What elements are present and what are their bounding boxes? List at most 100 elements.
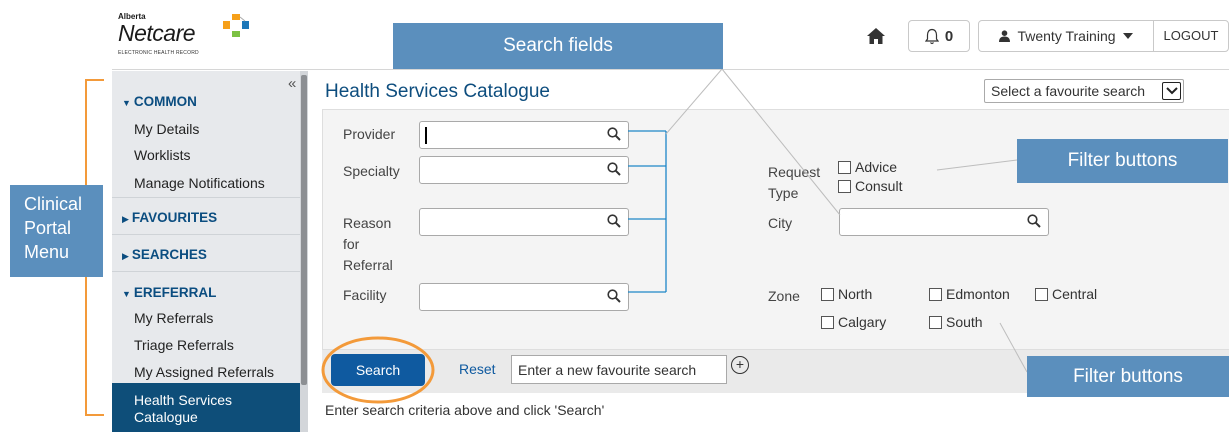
facility-search-input[interactable] (419, 283, 629, 311)
callout-filter-buttons-top: Filter buttons (1017, 139, 1228, 183)
caret-down-icon: ▼ (122, 289, 131, 299)
zone-south-checkbox[interactable]: South (929, 314, 983, 330)
zone-label: Zone (768, 288, 800, 304)
scrollbar-thumb[interactable] (301, 75, 307, 385)
divider (112, 271, 300, 272)
checkbox-box[interactable] (838, 179, 851, 193)
notification-count: 0 (944, 27, 954, 45)
checkbox-box[interactable] (1035, 287, 1048, 301)
checkbox-box[interactable] (929, 287, 942, 301)
menu-item-my-details[interactable]: My Details (134, 121, 199, 137)
zone-central-checkbox[interactable]: Central (1035, 286, 1097, 302)
bell-icon (924, 28, 939, 44)
clinical-portal-menu: « ▼ COMMON My Details Worklists Manage No… (112, 71, 308, 432)
active-item-line1: Health Services (134, 392, 233, 408)
section-searches-label: SEARCHES (131, 247, 207, 262)
reset-link[interactable]: Reset (459, 361, 496, 377)
callout-menu-line3: Menu (24, 242, 70, 262)
section-ereferral-label: EREFERRAL (133, 285, 217, 300)
section-common[interactable]: ▼ COMMON (122, 94, 197, 109)
section-favourites-label: FAVOURITES (131, 210, 218, 225)
section-favourites[interactable]: ▶ FAVOURITES (122, 210, 217, 225)
request-type-line1: Request (768, 164, 821, 180)
caret-down-icon (1122, 33, 1133, 39)
caret-right-icon: ▶ (122, 214, 129, 224)
menu-item-my-assigned-referrals[interactable]: My Assigned Referrals (134, 364, 274, 380)
request-type-label: Request Type (768, 162, 820, 204)
caret-down-icon: ▼ (122, 98, 131, 108)
alberta-netcare-logo[interactable]: Alberta Netcare ELECTRONIC HEALTH RECORD (118, 12, 268, 62)
reason-label-line3: Referral (343, 257, 393, 273)
consult-label: Consult (855, 178, 903, 194)
specialty-search-input[interactable] (419, 156, 629, 184)
zone-calgary-label: Calgary (838, 314, 887, 330)
zone-central-label: Central (1052, 286, 1098, 302)
zone-north-checkbox[interactable]: North (821, 286, 872, 302)
user-name: Twenty Training (1017, 28, 1116, 44)
magnifier-icon[interactable] (1027, 214, 1041, 228)
section-common-label: COMMON (133, 94, 197, 109)
home-button[interactable] (862, 22, 890, 50)
provider-label: Provider (343, 126, 396, 142)
search-hint-text: Enter search criteria above and click 'S… (325, 402, 605, 418)
zone-calgary-checkbox[interactable]: Calgary (821, 314, 886, 330)
reason-label-line1: Reason (343, 215, 392, 231)
divider (112, 197, 300, 198)
provider-search-input[interactable] (419, 121, 629, 149)
menu-item-triage-referrals[interactable]: Triage Referrals (134, 337, 234, 353)
callout-filter-buttons-bottom: Filter buttons (1027, 356, 1229, 397)
page-title: Health Services Catalogue (325, 81, 550, 102)
home-icon (867, 28, 885, 44)
magnifier-icon[interactable] (607, 162, 621, 176)
callout-menu-line2: Portal (24, 218, 72, 238)
notifications-button[interactable]: 0 (908, 20, 970, 52)
specialty-label: Specialty (343, 163, 400, 179)
active-item-line2: Catalogue (134, 409, 198, 425)
search-button[interactable]: Search (331, 354, 425, 386)
city-search-input[interactable] (839, 208, 1049, 236)
collapse-icon[interactable]: « (288, 75, 296, 92)
request-type-line2: Type (768, 185, 799, 201)
callout-clinical-portal-menu: Clinical Portal Menu (10, 185, 103, 277)
caret-right-icon: ▶ (122, 251, 129, 261)
magnifier-icon[interactable] (607, 289, 621, 303)
logo-big-text: Netcare (118, 20, 196, 46)
checkbox-box[interactable] (838, 160, 851, 174)
zone-edmonton-checkbox[interactable]: Edmonton (929, 286, 1010, 302)
magnifier-icon[interactable] (607, 127, 621, 141)
menu-item-health-services-catalogue[interactable]: Health Services Catalogue (112, 383, 308, 432)
user-menu-button[interactable]: Twenty Training (978, 20, 1154, 52)
facility-label: Facility (343, 287, 387, 303)
new-favourite-search-input[interactable] (511, 355, 727, 384)
divider (112, 234, 300, 235)
advice-checkbox[interactable]: Advice (838, 159, 897, 175)
logo-mark-icon (223, 14, 249, 37)
zone-north-label: North (838, 286, 873, 302)
favourite-select-value: Select a favourite search (991, 83, 1146, 99)
callout-menu-line1: Clinical (24, 194, 83, 214)
magnifier-icon[interactable] (607, 214, 621, 228)
consult-checkbox[interactable]: Consult (838, 178, 902, 194)
logout-button[interactable]: LOGOUT (1153, 20, 1229, 52)
favourite-search-select[interactable]: Select a favourite search (984, 79, 1184, 103)
section-ereferral[interactable]: ▼ EREFERRAL (122, 285, 216, 300)
user-icon (999, 30, 1011, 42)
checkbox-box[interactable] (929, 315, 942, 329)
menu-item-my-referrals[interactable]: My Referrals (134, 310, 213, 326)
reason-label: Reason for Referral (343, 213, 393, 276)
zone-south-label: South (946, 314, 983, 330)
menu-item-manage-notifications[interactable]: Manage Notifications (134, 175, 265, 191)
city-label: City (768, 215, 793, 231)
checkbox-box[interactable] (821, 315, 834, 329)
plus-circle-icon[interactable]: + (731, 356, 749, 374)
section-searches[interactable]: ▶ SEARCHES (122, 247, 207, 262)
chevron-down-icon (1162, 82, 1181, 100)
advice-label: Advice (855, 159, 898, 175)
zone-edmonton-label: Edmonton (946, 286, 1010, 302)
reason-for-referral-search-input[interactable] (419, 208, 629, 236)
checkbox-box[interactable] (821, 287, 834, 301)
callout-search-fields: Search fields (393, 23, 723, 69)
sidebar-scrollbar[interactable] (300, 71, 308, 432)
reason-label-line2: for (343, 236, 360, 252)
menu-item-worklists[interactable]: Worklists (134, 147, 191, 163)
